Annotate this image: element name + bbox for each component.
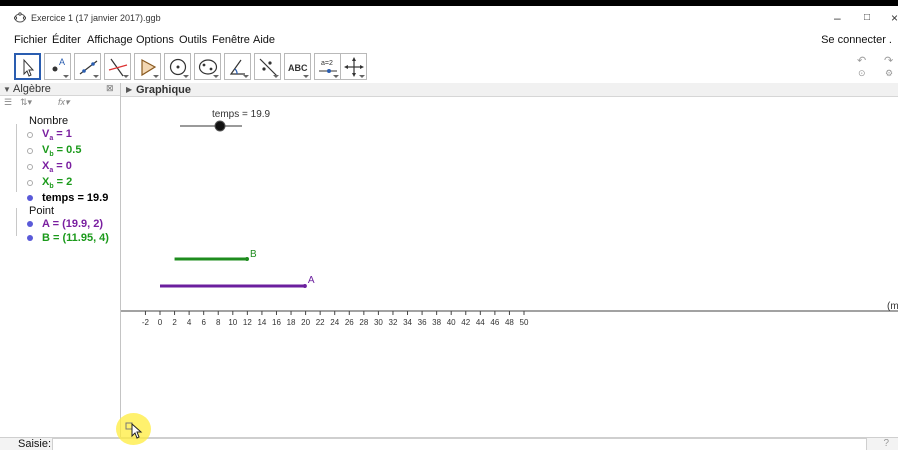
point-b-label: B [250,249,257,260]
slider-label: temps = 19.9 [212,109,271,120]
input-label: Saisie: [18,438,52,450]
cursor-highlight [116,413,151,445]
axis-tick-label: 12 [243,318,252,327]
visibility-toggle[interactable] [27,221,33,227]
axis-tick-label: 6 [201,318,206,327]
visibility-toggle[interactable] [27,235,33,241]
undo-button[interactable]: ↶ [857,54,866,67]
cursor-arrow-icon [23,58,35,77]
minimize-button[interactable]: – [834,11,841,25]
axis-tick-label: 48 [505,318,514,327]
sort-icon[interactable]: ⇅▾ [20,97,32,108]
point-b[interactable] [244,257,249,261]
axis-tick-label: 36 [418,318,427,327]
move-tool-button[interactable] [14,53,41,80]
axis-tick-label: 26 [345,318,354,327]
text-tool-button[interactable]: ABC [284,53,311,80]
help-small-icon[interactable]: ⊙ [858,68,866,79]
axis-tick-label: 14 [257,318,266,327]
visibility-toggle[interactable] [27,195,33,201]
polygon-tool-button[interactable] [134,53,161,80]
window-title: Exercice 1 (17 janvier 2017).ggb [31,13,161,23]
algebra-close-icon[interactable]: ⊠ [106,83,114,94]
circle-tool-button[interactable] [164,53,191,80]
point-tool-button[interactable]: A [44,53,71,80]
category-nombre[interactable]: Nombre [29,115,68,127]
close-button[interactable]: × [891,11,898,25]
mouse-pointer-icon [125,422,143,439]
axis-tick-label: 38 [432,318,441,327]
svg-text:a=2: a=2 [321,60,333,67]
algebra-view-title: Algèbre [13,83,51,95]
axis-tick-label: 16 [272,318,281,327]
geogebra-app-icon [14,12,26,23]
menu-affichage[interactable]: Affichage [87,34,133,46]
axis-tick-label: 8 [216,318,221,327]
axis-tick-label: 46 [490,318,499,327]
title-bar: Exercice 1 (17 janvier 2017).ggb – □ × [0,0,898,28]
collapse-triangle-icon[interactable]: ▼ [3,85,11,94]
redo-button[interactable]: ↷ [884,54,893,67]
graphics-view[interactable]: temps = 19.9 B A -2 0 2 4 6 8 10 12 14 16 18 20 22 24… [121,97,898,437]
visibility-toggle[interactable] [27,148,33,154]
axis-tick-label: 50 [520,318,529,327]
svg-text:ABC: ABC [288,63,308,73]
menu-aide[interactable]: Aide [253,34,275,46]
algebra-toolbar: ☰ ⇅▾ fx▾ [0,96,120,112]
axis-tick-label: -2 [142,318,150,327]
reflect-tool-button[interactable] [254,53,281,80]
perpendicular-tool-button[interactable] [104,53,131,80]
axis-tick-label: 28 [359,318,368,327]
conic-tool-button[interactable] [194,53,221,80]
menu-bar: Fichier Éditer Affichage Options Outils … [0,30,898,50]
menu-fichier[interactable]: Fichier [14,34,47,46]
point-a[interactable] [302,284,307,288]
axis-tick-label: 0 [158,318,163,327]
axis-tick-label: 30 [374,318,383,327]
axis-tick-label: 24 [330,318,339,327]
menu-editer[interactable]: Éditer [52,34,81,46]
axis-tick-label: 22 [316,318,325,327]
graphics-view-title: Graphique [136,84,192,96]
axis-tick-label: 18 [287,318,296,327]
slider-tool-button[interactable]: a=2 [314,53,341,80]
axis-tick-label: 44 [476,318,485,327]
algebra-view: Nombre Va = 1 Vb = 0.5 Xa = 0 Xb = 2 tem… [0,112,120,437]
toolbar: A ABC a=2 ↶ ↷ ⊙ ⚙ [0,50,898,84]
sign-in-link[interactable]: Se connecter . [821,34,892,46]
menu-options[interactable]: Options [136,34,174,46]
axis-tick-label: 42 [461,318,470,327]
angle-tool-button[interactable] [224,53,251,80]
settings-gear-icon[interactable]: ⚙ [885,68,893,79]
maximize-button[interactable]: □ [864,12,870,23]
graphics-view-header: ▶ Graphique [121,83,898,97]
x-axis-ticks: -2 0 2 4 6 8 10 12 14 16 18 20 22 24 26 28 30 32 34 36 38 40 4… [142,311,529,327]
line-tool-button[interactable] [74,53,101,80]
input-help-icon[interactable]: ? [883,438,889,449]
axis-tick-label: 34 [403,318,412,327]
axis-tick-label: 2 [172,318,177,327]
algebra-toggle-icon[interactable]: ☰ [4,97,12,108]
function-icon[interactable]: fx▾ [58,97,70,108]
expand-triangle-icon[interactable]: ▶ [126,85,132,94]
menu-fenetre[interactable]: Fenêtre [212,34,250,46]
visibility-toggle[interactable] [27,164,33,170]
slider-knob[interactable] [214,120,226,132]
svg-text:A: A [59,57,65,67]
axis-tick-label: 32 [389,318,398,327]
point-a-label: A [308,275,315,286]
axis-unit-label: (m [887,301,898,312]
axis-tick-label: 40 [447,318,456,327]
category-point[interactable]: Point [29,205,54,217]
axis-tick-label: 10 [228,318,237,327]
menu-outils[interactable]: Outils [179,34,207,46]
algebra-view-header: ▼ Algèbre ⊠ [0,83,120,96]
axis-tick-label: 4 [187,318,192,327]
visibility-toggle[interactable] [27,132,33,138]
axis-tick-label: 20 [301,318,310,327]
visibility-toggle[interactable] [27,180,33,186]
input-field[interactable] [52,438,867,450]
move-graphics-tool-button[interactable] [340,53,367,80]
